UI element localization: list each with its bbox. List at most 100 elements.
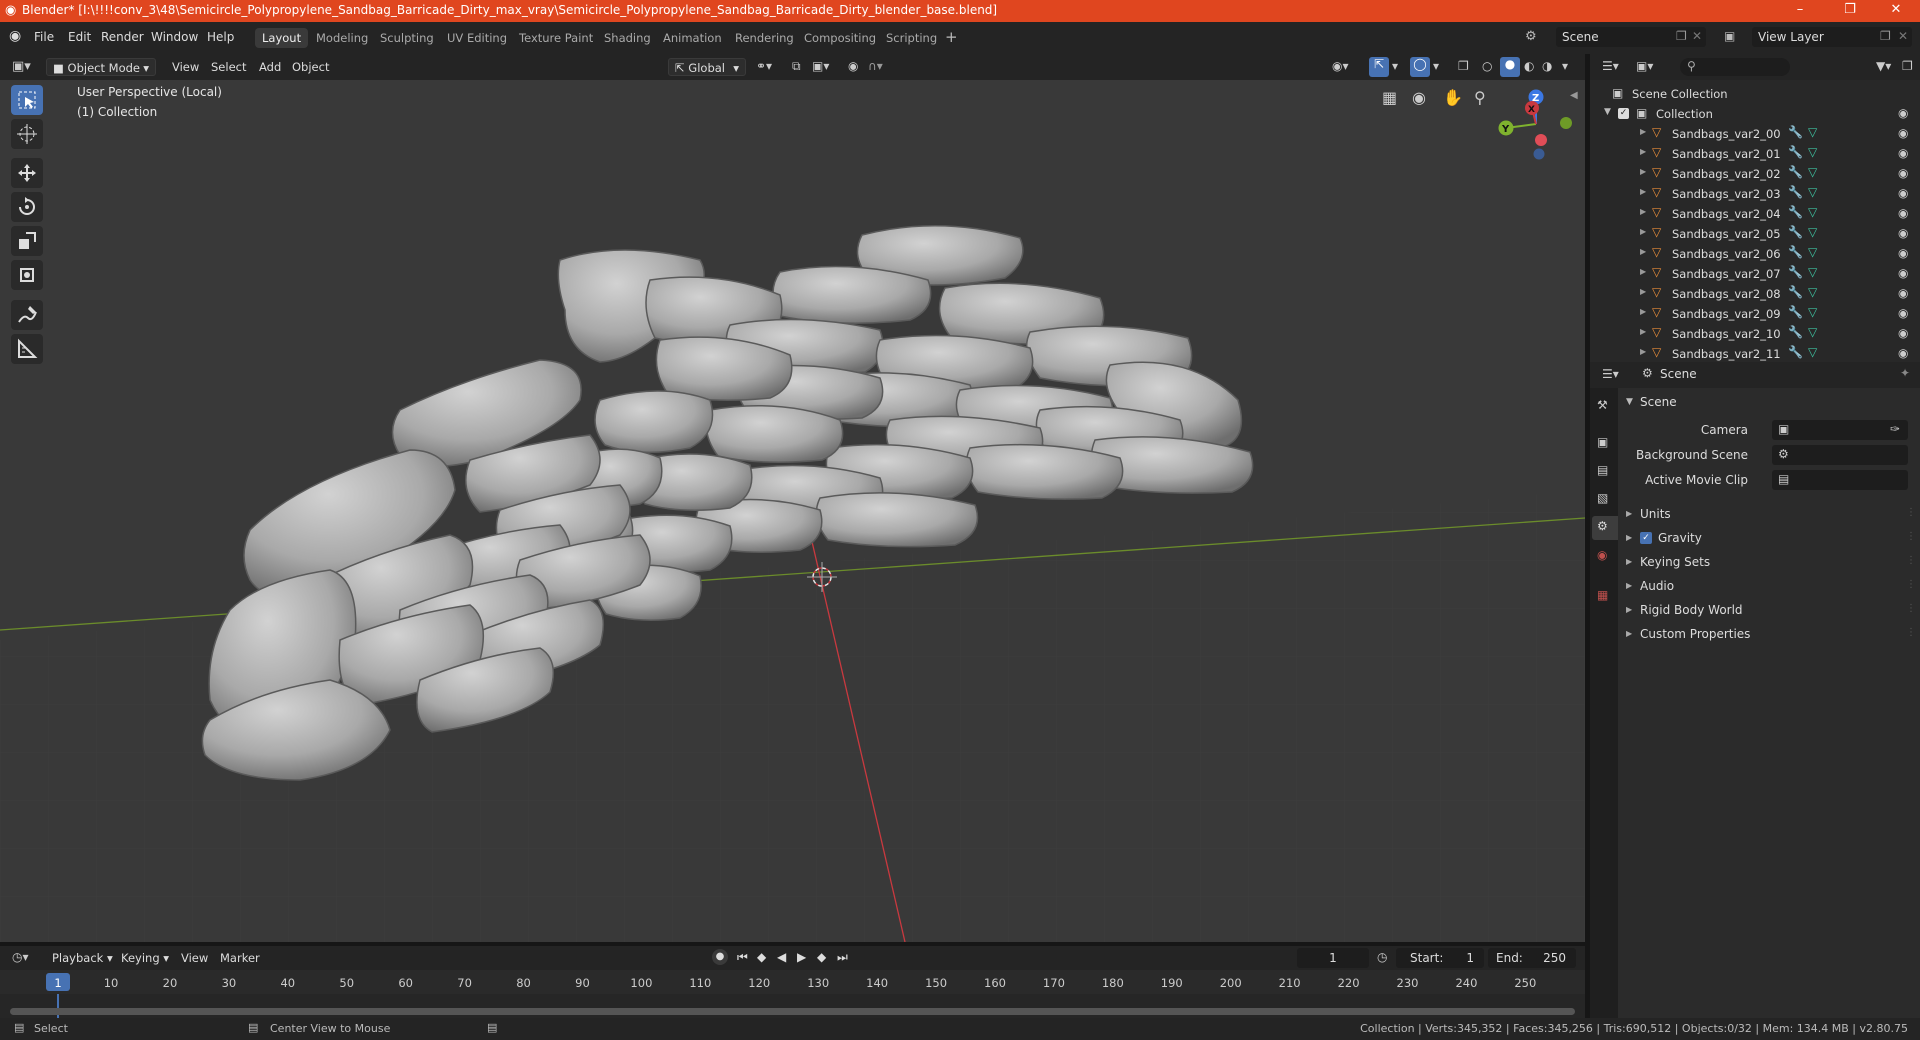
view-layer-tab-icon[interactable]: ▧ [1597, 491, 1608, 505]
expand-arrow-icon[interactable]: ▼ [1604, 107, 1611, 117]
drag-handle-icon[interactable]: ⋮ [1906, 531, 1916, 542]
tab-texture-paint[interactable]: Texture Paint [512, 28, 600, 48]
outliner-object-row[interactable]: ▶ ▽ Sandbags_var2_09 🔧 ▽ ◉ [1590, 304, 1920, 324]
gizmo-neg-z[interactable] [1533, 148, 1545, 160]
stopwatch-icon[interactable]: ◷ [1377, 950, 1387, 964]
mesh-data-icon[interactable]: ▽ [1808, 185, 1817, 199]
expand-arrow-icon[interactable]: ▶ [1640, 147, 1646, 156]
editor-type-icon[interactable]: ◷▾ [12, 950, 29, 964]
outliner-object-row[interactable]: ▶ ▽ Sandbags_var2_05 🔧 ▽ ◉ [1590, 224, 1920, 244]
outliner-object-row[interactable]: ▶ ▽ Sandbags_var2_06 🔧 ▽ ◉ [1590, 244, 1920, 264]
tab-animation[interactable]: Animation [656, 28, 729, 48]
scene-tab-icon[interactable]: ⚙ [1592, 516, 1618, 540]
gizmo-neg-x[interactable] [1535, 134, 1547, 146]
rendered-shading-icon[interactable]: ◑ [1542, 59, 1552, 73]
chevron-down-icon[interactable]: ▾ [1562, 59, 1568, 73]
expand-arrow-icon[interactable]: ▶ [1640, 307, 1646, 316]
scene-browse-icon[interactable]: ⚙ [1525, 29, 1537, 44]
snap-icon[interactable]: ⧉ [792, 59, 801, 74]
gizmo-neg-y[interactable] [1560, 117, 1572, 129]
menu-render[interactable]: Render [101, 30, 144, 44]
modifier-icon[interactable]: 🔧 [1788, 265, 1803, 279]
new-scene-icon[interactable]: ❐ [1676, 29, 1687, 43]
view-menu[interactable]: View [166, 58, 205, 76]
editor-type-icon[interactable]: ☰▾ [1602, 59, 1619, 73]
current-frame-field[interactable]: 1 [1297, 948, 1369, 968]
pan-hand-icon[interactable]: ✋ [1443, 88, 1463, 107]
outliner-object-row[interactable]: ▶ ▽ Sandbags_var2_11 🔧 ▽ ◉ [1590, 344, 1920, 364]
next-keyframe-icon[interactable]: ◆ [817, 950, 826, 964]
xray-icon[interactable]: ❐ [1458, 59, 1469, 73]
tab-scripting[interactable]: Scripting [879, 28, 944, 48]
camera-field[interactable]: ▣ ✑ [1772, 420, 1908, 440]
mesh-data-icon[interactable]: ▽ [1808, 265, 1817, 279]
drag-handle-icon[interactable]: ⋮ [1906, 555, 1916, 566]
active-movie-clip-field[interactable]: ▤ [1772, 470, 1908, 490]
eye-icon[interactable]: ◉ [1898, 266, 1908, 280]
menu-window[interactable]: Window [151, 30, 198, 44]
mesh-data-icon[interactable]: ▽ [1808, 245, 1817, 259]
modifier-icon[interactable]: 🔧 [1788, 185, 1803, 199]
mesh-data-icon[interactable]: ▽ [1808, 325, 1817, 339]
keying-menu[interactable]: Keying ▾ [115, 949, 175, 967]
section-gravity[interactable]: ▶ ✓ Gravity ⋮ [1618, 528, 1918, 550]
eye-icon[interactable]: ◉ [1898, 206, 1908, 220]
menu-edit[interactable]: Edit [68, 30, 91, 44]
modifier-icon[interactable]: 🔧 [1788, 325, 1803, 339]
mesh-data-icon[interactable]: ▽ [1808, 285, 1817, 299]
pin-icon[interactable]: ✦ [1900, 366, 1910, 380]
jump-start-icon[interactable]: ⏮ [737, 950, 748, 965]
collection-checkbox[interactable]: ✓ [1618, 108, 1629, 119]
mesh-data-icon[interactable]: ▽ [1808, 125, 1817, 139]
section-audio[interactable]: ▶ Audio ⋮ [1618, 576, 1918, 598]
solid-shading-icon[interactable]: ● [1500, 57, 1520, 77]
expand-arrow-icon[interactable]: ▶ [1640, 347, 1646, 356]
eye-icon[interactable]: ◉ [1898, 146, 1908, 160]
material-shading-icon[interactable]: ◐ [1524, 59, 1534, 73]
drag-handle-icon[interactable]: ⋮ [1906, 603, 1916, 614]
modifier-icon[interactable]: 🔧 [1788, 345, 1803, 359]
outliner-object-row[interactable]: ▶ ▽ Sandbags_var2_03 🔧 ▽ ◉ [1590, 184, 1920, 204]
modifier-icon[interactable]: 🔧 [1788, 165, 1803, 179]
wireframe-shading-icon[interactable]: ○ [1482, 59, 1492, 73]
tab-rendering[interactable]: Rendering [728, 28, 801, 48]
prev-keyframe-icon[interactable]: ◆ [757, 950, 766, 964]
marker-menu[interactable]: Marker [214, 949, 266, 967]
expand-arrow-icon[interactable]: ▶ [1640, 327, 1646, 336]
close-icon[interactable]: ✕ [1876, 2, 1916, 17]
overlays-icon[interactable]: ◯ [1410, 57, 1430, 77]
mesh-data-icon[interactable]: ▽ [1808, 345, 1817, 359]
play-icon[interactable]: ▶ [797, 950, 806, 964]
timeline-body[interactable] [0, 994, 1585, 1018]
eye-icon[interactable]: ◉ [1898, 226, 1908, 240]
tool-tab-icon[interactable]: ⚒ [1597, 398, 1608, 412]
mesh-data-icon[interactable]: ▽ [1808, 205, 1817, 219]
end-frame-field[interactable]: End: 250 [1488, 948, 1576, 968]
expand-arrow-icon[interactable]: ▶ [1640, 127, 1646, 136]
new-collection-icon[interactable]: ❐ [1902, 59, 1913, 73]
modifier-icon[interactable]: 🔧 [1788, 145, 1803, 159]
playback-menu[interactable]: Playback ▾ [46, 949, 119, 967]
editor-type-icon[interactable]: ▣▾ [12, 59, 31, 74]
section-keying-sets[interactable]: ▶ Keying Sets ⋮ [1618, 552, 1918, 574]
eye-icon[interactable]: ◉ [1898, 246, 1908, 260]
modifier-icon[interactable]: 🔧 [1788, 285, 1803, 299]
camera-view-icon[interactable]: ◉ [1412, 88, 1426, 107]
delete-scene-icon[interactable]: ✕ [1692, 29, 1702, 43]
transform-tool[interactable] [11, 260, 43, 290]
snap-target-icon[interactable]: ▣▾ [812, 59, 829, 73]
sidebar-toggle-icon[interactable]: ◀ [1570, 90, 1578, 101]
editor-type-icon[interactable]: ☰▾ [1602, 367, 1619, 381]
section-rigid-body-world[interactable]: ▶ Rigid Body World ⋮ [1618, 600, 1918, 622]
eye-icon[interactable]: ◉ [1898, 306, 1908, 320]
start-frame-field[interactable]: Start: 1 [1396, 948, 1484, 968]
tab-modeling[interactable]: Modeling [309, 28, 375, 48]
eye-icon[interactable]: ◉ [1898, 326, 1908, 340]
scale-tool[interactable] [11, 226, 43, 256]
drag-handle-icon[interactable]: ⋮ [1906, 627, 1916, 638]
visibility-icon[interactable]: ◉▾ [1332, 59, 1349, 73]
object-menu[interactable]: Object [286, 58, 335, 76]
mesh-data-icon[interactable]: ▽ [1808, 145, 1817, 159]
play-reverse-icon[interactable]: ◀ [777, 950, 786, 964]
expand-arrow-icon[interactable]: ▶ [1640, 227, 1646, 236]
